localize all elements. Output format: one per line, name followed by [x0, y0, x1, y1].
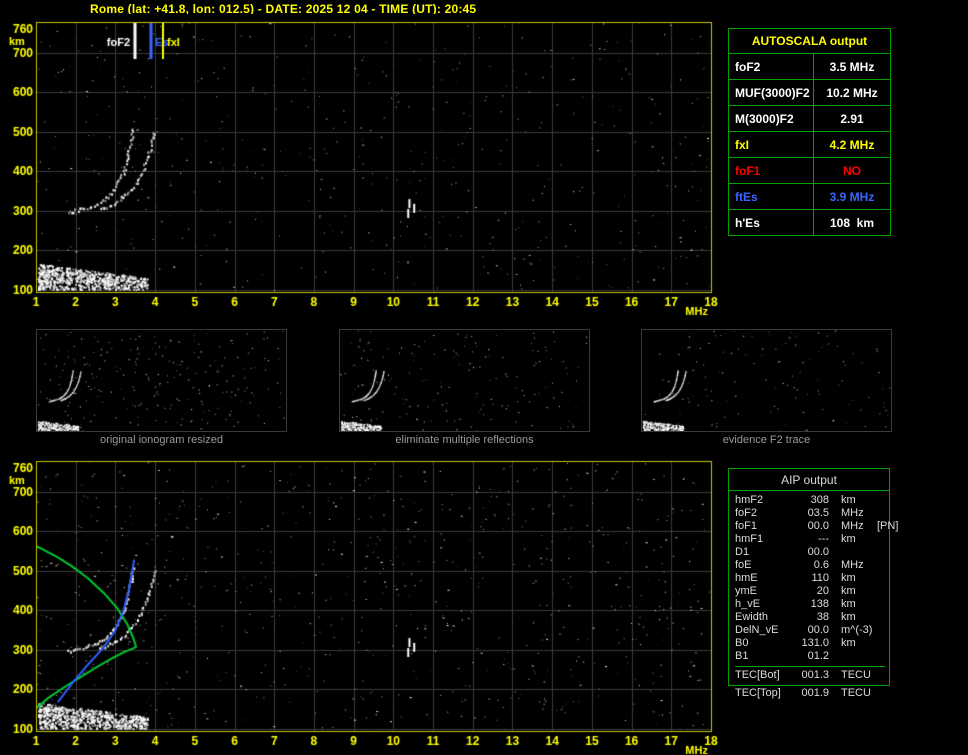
param-value: 0.6	[793, 559, 829, 572]
table-row: B0 131.0 km	[735, 637, 885, 650]
param-value: 001.3	[793, 669, 829, 683]
param-label: h_vE	[735, 598, 793, 611]
param-label: B0	[735, 637, 793, 650]
param-value: 3.5 MHz	[814, 54, 891, 80]
param-label: MUF(3000)F2	[729, 80, 814, 106]
param-unit: TECU	[841, 669, 871, 683]
param-value: 131.0	[793, 637, 829, 650]
param-label: foF2	[735, 507, 793, 520]
param-label: h'Es	[729, 210, 814, 236]
table-row: M(3000)F2 2.91	[729, 106, 891, 132]
param-value: 00.0	[793, 520, 829, 533]
param-value: 00.0	[793, 624, 829, 637]
param-value: 108 km	[814, 210, 891, 236]
table-row: B1 01.2	[735, 650, 885, 663]
table-row: h_vE 138 km	[735, 598, 885, 611]
param-label: TEC[Top]	[735, 687, 793, 700]
param-value: 20	[793, 585, 829, 598]
param-label: M(3000)F2	[729, 106, 814, 132]
param-value: 001.9	[793, 687, 829, 700]
autoscala-table-header: AUTOSCALA output	[729, 29, 891, 54]
param-value: 4.2 MHz	[814, 132, 891, 158]
table-row: ftEs 3.9 MHz	[729, 184, 891, 210]
param-label: Ewidth	[735, 611, 793, 624]
param-extra: [PN]	[877, 520, 898, 533]
param-label: hmF2	[735, 494, 793, 507]
table-row: hmF2 308 km	[735, 494, 885, 507]
autoscala-window: Rome (lat: +41.8, lon: 012.5) - DATE: 20…	[0, 0, 968, 755]
table-row: MUF(3000)F2 10.2 MHz	[729, 80, 891, 106]
param-label: D1	[735, 546, 793, 559]
thumbnail-caption: original ionogram resized	[36, 434, 287, 446]
param-label: foF1	[735, 520, 793, 533]
param-label: DelN_vE	[735, 624, 793, 637]
table-row-tec-bot: TEC[Bot] 001.3 TECU	[735, 666, 885, 683]
param-label: ftEs	[729, 184, 814, 210]
param-label: foE	[735, 559, 793, 572]
aip-output-table: AIP output hmF2 308 km foF2 03.5 MHz foF…	[728, 468, 890, 686]
param-value: 2.91	[814, 106, 891, 132]
param-unit: km	[841, 533, 871, 546]
table-row: D1 00.0	[735, 546, 885, 559]
param-unit	[841, 546, 871, 559]
param-value: 03.5	[793, 507, 829, 520]
table-row: fxI 4.2 MHz	[729, 132, 891, 158]
thumbnail-original-canvas	[37, 330, 286, 431]
table-row: hmF1 --- km	[735, 533, 885, 546]
param-unit: km	[841, 637, 871, 650]
bottom-ionogram-canvas	[0, 453, 724, 755]
param-value: 00.0	[793, 546, 829, 559]
param-unit: TECU	[841, 687, 871, 700]
param-unit: km	[841, 572, 871, 585]
thumbnail-f2-trace	[641, 329, 892, 432]
thumbnail-caption: eliminate multiple reflections	[339, 434, 590, 446]
table-row: Ewidth 38 km	[735, 611, 885, 624]
top-ionogram-canvas	[0, 14, 724, 316]
param-value: 3.9 MHz	[814, 184, 891, 210]
table-row-tec-top: TEC[Top] 001.9 TECU	[728, 687, 890, 700]
param-unit: MHz	[841, 559, 871, 572]
autoscala-output-table: AUTOSCALA output foF2 3.5 MHz MUF(3000)F…	[728, 28, 891, 236]
param-label: ymE	[735, 585, 793, 598]
param-label: TEC[Bot]	[735, 669, 793, 683]
param-unit: km	[841, 585, 871, 598]
param-unit: MHz	[841, 507, 871, 520]
param-unit: km	[841, 494, 871, 507]
param-unit: km	[841, 598, 871, 611]
param-value: 138	[793, 598, 829, 611]
param-value: 10.2 MHz	[814, 80, 891, 106]
table-row: foE 0.6 MHz	[735, 559, 885, 572]
table-row: DelN_vE 00.0 m^(-3)	[735, 624, 885, 637]
table-row: foF2 03.5 MHz	[735, 507, 885, 520]
param-value: 110	[793, 572, 829, 585]
thumbnail-original-ionogram	[36, 329, 287, 432]
param-value: 308	[793, 494, 829, 507]
table-row: foF1 NO	[729, 158, 891, 184]
param-unit: m^(-3)	[841, 624, 872, 637]
table-row: h'Es 108 km	[729, 210, 891, 236]
param-label: hmF1	[735, 533, 793, 546]
thumbnail-f2-trace-canvas	[642, 330, 891, 431]
param-label: foF2	[729, 54, 814, 80]
param-label: fxI	[729, 132, 814, 158]
thumbnail-multiple-reflections	[339, 329, 590, 432]
aip-table-header: AIP output	[729, 469, 889, 491]
param-label: B1	[735, 650, 793, 663]
thumbnail-reflections-canvas	[340, 330, 589, 431]
table-row: hmE 110 km	[735, 572, 885, 585]
param-label: foF1	[729, 158, 814, 184]
param-value: 38	[793, 611, 829, 624]
param-label: hmE	[735, 572, 793, 585]
param-value: ---	[793, 533, 829, 546]
table-row: ymE 20 km	[735, 585, 885, 598]
param-value: NO	[814, 158, 891, 184]
param-unit: MHz	[841, 520, 871, 533]
param-unit	[841, 650, 871, 663]
table-row: foF1 00.0 MHz [PN]	[735, 520, 885, 533]
table-row: foF2 3.5 MHz	[729, 54, 891, 80]
thumbnail-caption: evidence F2 trace	[641, 434, 892, 446]
param-value: 01.2	[793, 650, 829, 663]
aip-rows: hmF2 308 km foF2 03.5 MHz foF1 00.0 MHz …	[729, 491, 889, 685]
param-unit: km	[841, 611, 871, 624]
